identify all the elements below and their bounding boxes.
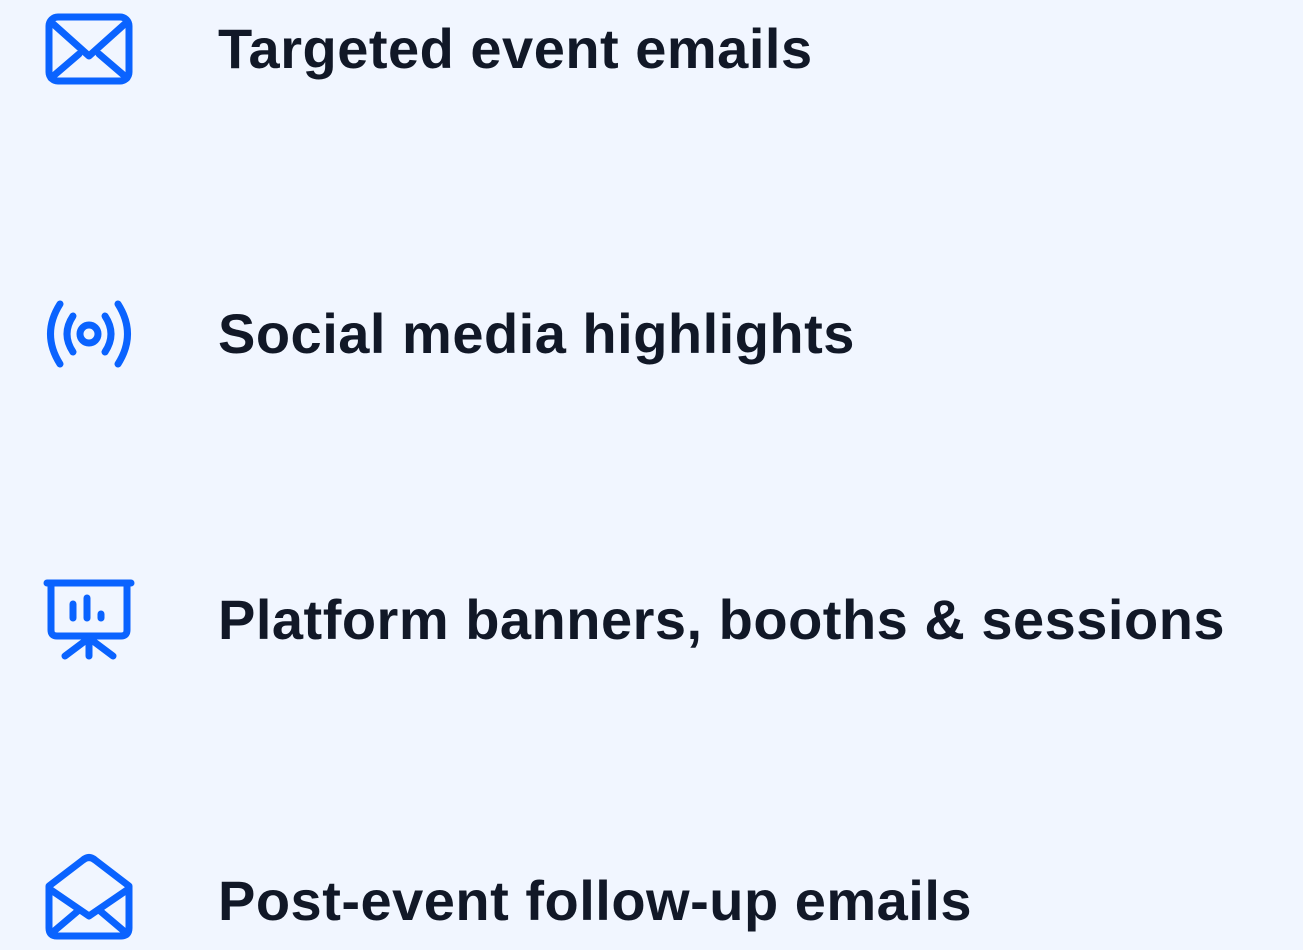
feature-label: Targeted event emails (218, 17, 813, 80)
feature-item-post-event-emails: Post-event follow-up emails (0, 850, 1303, 950)
feature-label: Social media highlights (218, 302, 855, 365)
feature-label: Platform banners, booths & sessions (218, 588, 1226, 651)
feature-list: Targeted event emails Social media highl… (0, 0, 1303, 940)
presentation-board-icon (43, 572, 135, 664)
feature-item-platform-banners: Platform banners, booths & sessions (0, 572, 1303, 672)
feature-label: Post-event follow-up emails (218, 869, 973, 932)
envelope-icon (43, 0, 135, 92)
feature-item-social-highlights: Social media highlights (0, 286, 1303, 386)
broadcast-icon (43, 288, 135, 380)
open-envelope-icon (43, 850, 135, 942)
feature-item-targeted-emails: Targeted event emails (0, 0, 1303, 100)
